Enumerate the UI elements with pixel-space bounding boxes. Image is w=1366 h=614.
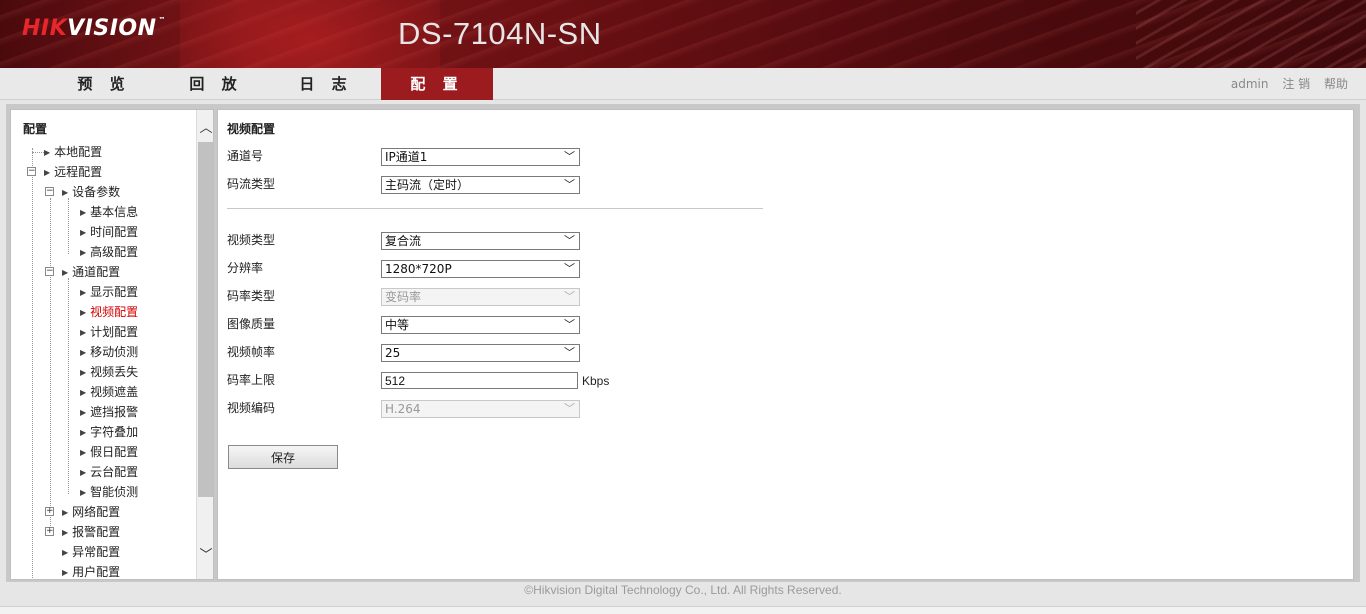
bitrate-type-select: 变码率 ﹀ xyxy=(381,288,580,306)
resolution-value: 1280*720P xyxy=(385,262,452,276)
tree-line xyxy=(32,152,44,153)
browser-status-bar xyxy=(0,606,1366,614)
sidebar-item-tamper-alarm[interactable]: ▶ 遮挡报警 xyxy=(80,403,138,421)
sidebar-item-remote-config[interactable]: ▶ 远程配置 xyxy=(44,163,102,181)
chevron-down-icon: ﹀ xyxy=(564,290,575,303)
sidebar-scrollbar[interactable]: ︿ ﹀ xyxy=(196,110,213,579)
sidebar-item-schedule-config[interactable]: ▶ 计划配置 xyxy=(80,323,138,341)
resolution-label: 分辨率 xyxy=(227,261,264,275)
sidebar-item-smart-detection[interactable]: ▶ 智能侦测 xyxy=(80,483,138,501)
sidebar-item-video-config[interactable]: ▶ 视频配置 xyxy=(80,303,138,321)
header-background-pattern xyxy=(1136,0,1366,68)
encoding-select: H.264 ﹀ xyxy=(381,400,580,418)
config-sidebar: 配置 ▶ 本地配置 − ▶ 远程配置 − ▶ 设备参数 ▶ 基本信息 ▶ 时间配置 ▶ 高级… xyxy=(10,109,214,580)
max-bitrate-unit: Kbps xyxy=(582,374,610,388)
copyright-footer: ©Hikvision Digital Technology Co., Ltd. … xyxy=(524,583,842,597)
stream-type-value: 主码流（定时） xyxy=(385,178,470,192)
hikvision-logo: HIKVISION ™ xyxy=(22,16,167,41)
tree-line xyxy=(50,198,51,530)
tree-line xyxy=(32,148,33,579)
main-nav: 预 览 回 放 日 志 配 置 admin 注 销 帮助 xyxy=(0,68,1366,100)
tab-log[interactable]: 日 志 xyxy=(270,68,382,100)
sidebar-item-exception-config[interactable]: ▶ 异常配置 xyxy=(62,543,120,561)
sidebar-item-network-config[interactable]: ▶ 网络配置 xyxy=(62,503,120,521)
device-model-title: DS-7104N-SN xyxy=(398,16,602,51)
channel-label: 通道号 xyxy=(227,149,264,163)
encoding-value: H.264 xyxy=(385,402,421,416)
video-type-select[interactable]: 复合流 ﹀ xyxy=(381,232,580,250)
save-button[interactable]: 保存 xyxy=(228,445,338,469)
username-label: admin xyxy=(1230,77,1269,91)
image-quality-label: 图像质量 xyxy=(227,317,276,331)
stream-type-label: 码流类型 xyxy=(227,177,276,191)
frame-rate-label: 视频帧率 xyxy=(227,345,276,359)
sidebar-item-text-overlay[interactable]: ▶ 字符叠加 xyxy=(80,423,138,441)
video-type-value: 复合流 xyxy=(385,234,422,248)
section-title: 视频配置 xyxy=(227,122,276,136)
tab-playback[interactable]: 回 放 xyxy=(160,68,272,100)
sidebar-item-holiday-config[interactable]: ▶ 假日配置 xyxy=(80,443,138,461)
tree-line xyxy=(68,278,69,494)
sidebar-item-channel-config[interactable]: ▶ 通道配置 xyxy=(62,263,120,281)
sidebar-item-basic-info[interactable]: ▶ 基本信息 xyxy=(80,203,138,221)
channel-value: IP通道1 xyxy=(385,150,428,164)
image-quality-select[interactable]: 中等 ﹀ xyxy=(381,316,580,334)
max-bitrate-label: 码率上限 xyxy=(227,373,276,387)
bitrate-type-label: 码率类型 xyxy=(227,289,276,303)
tree-line xyxy=(68,198,69,254)
channel-select[interactable]: IP通道1 ﹀ xyxy=(381,148,580,166)
sidebar-item-motion-detection[interactable]: ▶ 移动侦测 xyxy=(80,343,138,361)
expand-toggle[interactable]: + xyxy=(45,527,54,536)
sidebar-item-advanced-config[interactable]: ▶ 高级配置 xyxy=(80,243,138,261)
collapse-toggle[interactable]: − xyxy=(45,187,54,196)
sidebar-item-time-config[interactable]: ▶ 时间配置 xyxy=(80,223,138,241)
frame-rate-value: 25 xyxy=(385,346,401,360)
logout-link[interactable]: 注 销 xyxy=(1282,77,1310,91)
chevron-down-icon: ﹀ xyxy=(564,318,575,331)
chevron-down-icon: ﹀ xyxy=(564,234,575,247)
tab-preview[interactable]: 预 览 xyxy=(48,68,160,100)
tab-configuration[interactable]: 配 置 xyxy=(381,68,493,100)
user-menu: admin 注 销 帮助 xyxy=(1221,68,1348,100)
bitrate-type-value: 变码率 xyxy=(385,290,422,304)
encoding-label: 视频编码 xyxy=(227,401,276,415)
chevron-down-icon: ﹀ xyxy=(564,402,575,415)
sidebar-item-display-config[interactable]: ▶ 显示配置 xyxy=(80,283,138,301)
expand-toggle[interactable]: + xyxy=(45,507,54,516)
video-type-label: 视频类型 xyxy=(227,233,276,247)
sidebar-item-device-params[interactable]: ▶ 设备参数 xyxy=(62,183,120,201)
collapse-toggle[interactable]: − xyxy=(27,167,36,176)
sidebar-item-ptz-config[interactable]: ▶ 云台配置 xyxy=(80,463,138,481)
video-config-panel: 视频配置 通道号 IP通道1 ﹀ 码流类型 主码流（定时） ﹀ 视频类型 复合流 ﹀ … xyxy=(217,109,1354,580)
sidebar-item-local-config[interactable]: ▶ 本地配置 xyxy=(44,143,102,161)
sidebar-title: 配置 xyxy=(23,122,48,136)
app-header: HIKVISION ™ DS-7104N-SN xyxy=(0,0,1366,68)
scroll-up-icon[interactable]: ︿ xyxy=(197,120,213,138)
image-quality-value: 中等 xyxy=(385,318,410,332)
chevron-down-icon: ﹀ xyxy=(564,178,575,191)
scroll-down-icon[interactable]: ﹀ xyxy=(197,547,213,565)
sidebar-item-privacy-mask[interactable]: ▶ 视频遮盖 xyxy=(80,383,138,401)
help-link[interactable]: 帮助 xyxy=(1324,77,1348,91)
resolution-select[interactable]: 1280*720P ﹀ xyxy=(381,260,580,278)
sidebar-item-user-config[interactable]: ▶ 用户配置 xyxy=(62,563,120,579)
sidebar-item-video-loss[interactable]: ▶ 视频丢失 xyxy=(80,363,138,381)
scrollbar-thumb[interactable] xyxy=(198,142,213,497)
chevron-down-icon: ﹀ xyxy=(564,346,575,359)
frame-rate-select[interactable]: 25 ﹀ xyxy=(381,344,580,362)
collapse-toggle[interactable]: − xyxy=(45,267,54,276)
chevron-down-icon: ﹀ xyxy=(564,262,575,275)
stream-type-select[interactable]: 主码流（定时） ﹀ xyxy=(381,176,580,194)
chevron-down-icon: ﹀ xyxy=(564,150,575,163)
sidebar-item-alarm-config[interactable]: ▶ 报警配置 xyxy=(62,523,120,541)
divider xyxy=(227,208,763,209)
max-bitrate-input[interactable] xyxy=(381,372,578,389)
